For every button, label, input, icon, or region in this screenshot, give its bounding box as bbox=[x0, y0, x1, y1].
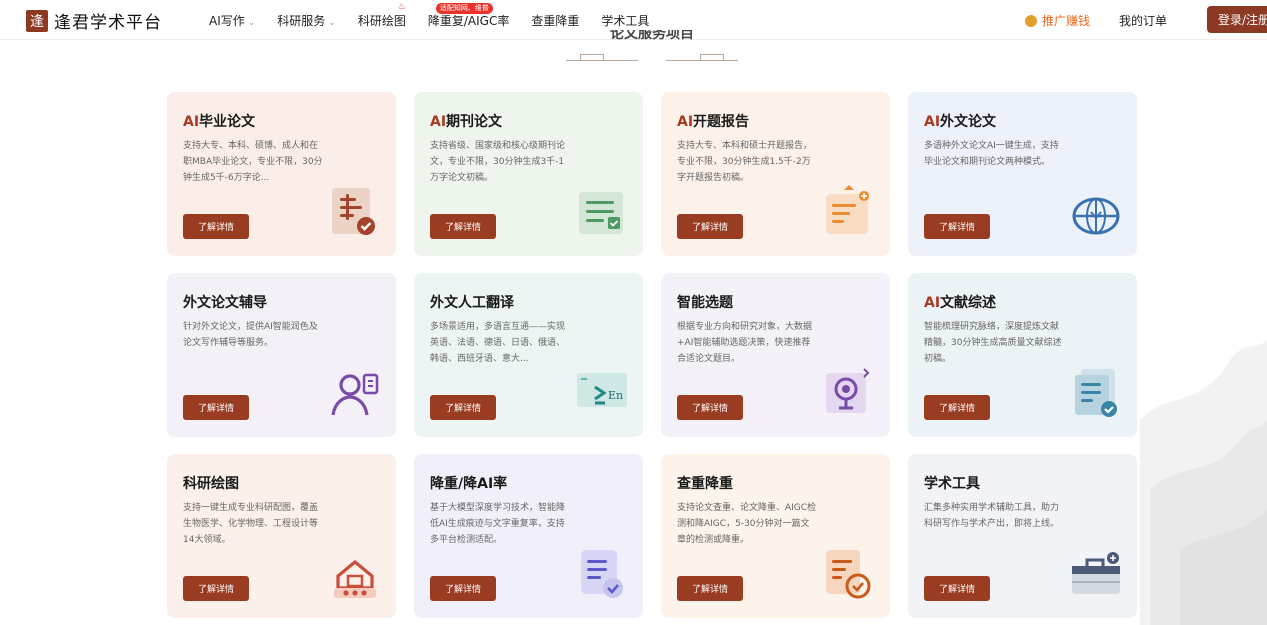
thesis-check-icon bbox=[332, 188, 375, 235]
research-drawing-icon bbox=[334, 559, 376, 598]
login-register-button[interactable]: 登录/注册 bbox=[1207, 6, 1267, 33]
tutor-user-icon bbox=[331, 373, 379, 416]
learn-more-button[interactable]: 了解详情 bbox=[924, 395, 990, 420]
divider-ornament bbox=[700, 54, 724, 60]
card-title: AI毕业论文 bbox=[183, 114, 256, 130]
globe-icon bbox=[1072, 197, 1120, 235]
brand-logo[interactable]: 逢 逢君学术平台 bbox=[26, 8, 162, 33]
plagiarism-check-icon bbox=[826, 550, 871, 599]
nav-item-reduce-aigc[interactable]: 适配知网、维普 降重复/AIGC率 bbox=[427, 2, 510, 29]
proposal-doc-icon bbox=[826, 185, 869, 234]
service-card[interactable]: 降重/降AI率 基于大模型深度学习技术，智能降低AI生成痕迹与文字重复率，支持多… bbox=[414, 454, 643, 618]
card-description: 支持省级、国家级和核心级期刊论文，专业不限，30分钟生成3千-1万字论文初稿。 bbox=[430, 141, 566, 183]
service-card[interactable]: AI外文论文 多语种外文论文AI一键生成，支持毕业论文和期刊论文两种模式。 了解… bbox=[908, 92, 1137, 256]
learn-more-button[interactable]: 了解详情 bbox=[677, 395, 743, 420]
promo-link[interactable]: 推广赚钱 bbox=[1025, 12, 1090, 29]
card-title: 科研绘图 bbox=[183, 476, 239, 492]
topic-target-icon bbox=[826, 368, 870, 413]
nav-item-academic-tools[interactable]: 学术工具 bbox=[601, 12, 649, 29]
chevron-down-icon: ⌄ bbox=[247, 17, 256, 28]
learn-more-button[interactable]: 了解详情 bbox=[430, 395, 496, 420]
card-description: 针对外文论文，提供AI智能润色及论文写作辅导等服务。 bbox=[183, 322, 318, 348]
literature-review-icon bbox=[1075, 369, 1117, 417]
card-title: AI期刊论文 bbox=[430, 114, 503, 130]
svg-text:En: En bbox=[608, 389, 623, 402]
nav-label: 科研服务 bbox=[277, 13, 326, 28]
service-card[interactable]: 科研绘图 支持一键生成专业科研配图，覆盖生物医学、化学物理、工程设计等14大领域… bbox=[167, 454, 396, 618]
card-description: 汇集多种实用学术辅助工具，助力科研写作与学术产出，即将上线。 bbox=[924, 503, 1060, 529]
card-title: 智能选题 bbox=[677, 295, 733, 311]
my-orders-link[interactable]: 我的订单 bbox=[1119, 12, 1167, 29]
brand-name: 逢君学术平台 bbox=[54, 13, 162, 33]
service-card[interactable]: 学术工具 汇集多种实用学术辅助工具，助力科研写作与学术产出，即将上线。 了解详情 bbox=[908, 454, 1137, 618]
card-description: 支持大专、本科、硕博、成人和在职MBA毕业论文，专业不限，30分钟生成5千-6万… bbox=[183, 141, 323, 183]
reduce-rate-icon bbox=[581, 550, 623, 598]
nav-label: 查重降重 bbox=[531, 13, 580, 28]
card-description: 根据专业方向和研究对象，大数据+AI智能辅助选题决策，快速推荐合适论文题目。 bbox=[677, 322, 813, 364]
service-card[interactable]: 查重降重 支持论文查重、论文降重、AIGC检测和降AIGC，5-30分钟对一篇文… bbox=[661, 454, 890, 618]
learn-more-button[interactable]: 了解详情 bbox=[430, 214, 496, 239]
card-description: 基于大模型深度学习技术，智能降低AI生成痕迹与文字重复率，支持多平台检测适配。 bbox=[430, 503, 566, 545]
learn-more-button[interactable]: 了解详情 bbox=[677, 576, 743, 601]
learn-more-button[interactable]: 了解详情 bbox=[430, 576, 496, 601]
nav-badge: 适配知网、维普 bbox=[435, 2, 493, 14]
nav-label: AI写作 bbox=[209, 13, 245, 28]
card-title: AI文献综述 bbox=[924, 295, 997, 311]
learn-more-button[interactable]: 了解详情 bbox=[924, 576, 990, 601]
card-title: AI开题报告 bbox=[677, 114, 750, 130]
service-card[interactable]: 智能选题 根据专业方向和研究对象，大数据+AI智能辅助选题决策，快速推荐合适论文… bbox=[661, 273, 890, 437]
section-heading: 论文服务项目 bbox=[566, 28, 738, 64]
ink-landscape-decoration bbox=[1140, 340, 1267, 625]
nav-item-research-services[interactable]: 科研服务 ⌄ bbox=[277, 12, 336, 29]
section-title: 论文服务项目 bbox=[610, 30, 694, 42]
card-description: 多场景适用，多语言互通——实现英语、法语、德语、日语、俄语、韩语、西班牙语、意大… bbox=[430, 322, 566, 364]
divider bbox=[666, 60, 738, 61]
divider bbox=[566, 60, 638, 61]
chevron-down-icon: ⌄ bbox=[328, 17, 336, 28]
logo-mark-icon: 逢 bbox=[26, 9, 48, 32]
service-card[interactable]: 外文论文辅导 针对外文论文，提供AI智能润色及论文写作辅导等服务。 了解详情 bbox=[167, 273, 396, 437]
learn-more-button[interactable]: 了解详情 bbox=[924, 214, 990, 239]
card-description: 支持大专、本科和硕士开题报告，专业不限，30分钟生成1.5千-2万字开题报告初稿… bbox=[677, 141, 813, 183]
toolbox-icon bbox=[1072, 552, 1120, 594]
card-description: 多语种外文论文AI一键生成，支持毕业论文和期刊论文两种模式。 bbox=[924, 141, 1059, 167]
learn-more-button[interactable]: 了解详情 bbox=[183, 214, 249, 239]
translate-icon: En bbox=[577, 373, 627, 407]
card-title: AI外文论文 bbox=[924, 114, 997, 130]
nav-label: 学术工具 bbox=[601, 13, 650, 28]
nav-item-research-drawing[interactable]: ♨ 科研绘图 bbox=[357, 2, 406, 29]
service-card[interactable]: AI毕业论文 支持大专、本科、硕博、成人和在职MBA毕业论文，专业不限，30分钟… bbox=[167, 92, 396, 256]
service-card[interactable]: AI期刊论文 支持省级、国家级和核心级期刊论文，专业不限，30分钟生成3千-1万… bbox=[414, 92, 643, 256]
learn-more-button[interactable]: 了解详情 bbox=[677, 214, 743, 239]
journal-list-icon bbox=[579, 192, 623, 234]
service-card[interactable]: AI开题报告 支持大专、本科和硕士开题报告，专业不限，30分钟生成1.5千-2万… bbox=[661, 92, 890, 256]
learn-more-button[interactable]: 了解详情 bbox=[183, 395, 249, 420]
medal-icon bbox=[1025, 14, 1037, 27]
card-description: 智能梳理研究脉络，深度提炼文献精髓，30分钟生成高质量文献综述初稿。 bbox=[924, 322, 1062, 364]
nav-item-check-reduce[interactable]: 查重降重 bbox=[531, 12, 579, 29]
card-title: 学术工具 bbox=[924, 476, 980, 492]
nav-label: 科研绘图 bbox=[357, 13, 406, 28]
hot-fire-icon: ♨ bbox=[397, 1, 406, 12]
divider-ornament bbox=[580, 54, 604, 60]
card-title: 查重降重 bbox=[677, 476, 733, 492]
service-card[interactable]: 外文人工翻译 多场景适用，多语言互通——实现英语、法语、德语、日语、俄语、韩语、… bbox=[414, 273, 643, 437]
nav-label: 降重复/AIGC率 bbox=[427, 13, 510, 28]
card-title: 外文人工翻译 bbox=[430, 295, 514, 311]
learn-more-button[interactable]: 了解详情 bbox=[183, 576, 249, 601]
card-description: 支持论文查重、论文降重、AIGC检测和降AIGC，5-30分钟对一篇文章的检测或… bbox=[677, 503, 817, 545]
card-description: 支持一键生成专业科研配图，覆盖生物医学、化学物理、工程设计等14大领域。 bbox=[183, 503, 319, 545]
card-title: 外文论文辅导 bbox=[183, 295, 267, 311]
card-title: 降重/降AI率 bbox=[430, 476, 508, 492]
promo-label: 推广赚钱 bbox=[1042, 14, 1091, 28]
nav-item-ai-writing[interactable]: AI写作 ⌄ bbox=[209, 12, 255, 29]
service-card[interactable]: AI文献综述 智能梳理研究脉络，深度提炼文献精髓，30分钟生成高质量文献综述初稿… bbox=[908, 273, 1137, 437]
